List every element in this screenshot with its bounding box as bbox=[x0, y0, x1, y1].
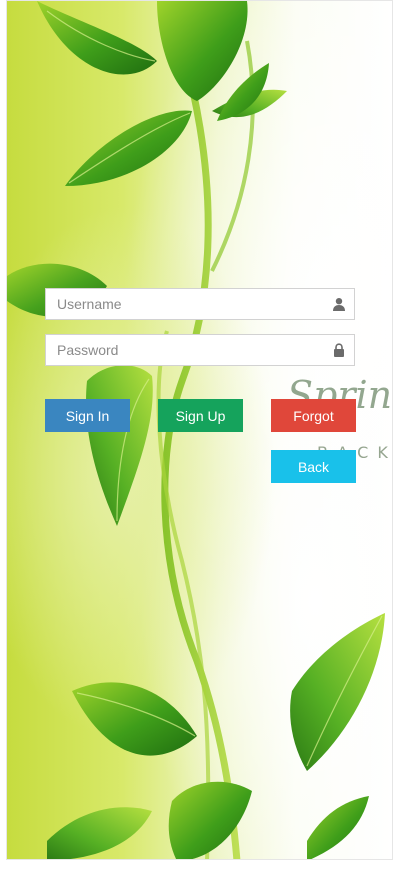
sign-up-button[interactable]: Sign Up bbox=[158, 399, 243, 432]
back-button[interactable]: Back bbox=[271, 450, 356, 483]
username-field bbox=[45, 288, 355, 320]
forgot-button[interactable]: Forgot bbox=[271, 399, 356, 432]
lock-icon bbox=[334, 343, 344, 357]
user-icon bbox=[333, 298, 345, 311]
username-input[interactable] bbox=[46, 289, 354, 319]
login-screen: Spring L B A C K G Sign In Sign Up Forgo… bbox=[6, 0, 393, 860]
sign-in-button[interactable]: Sign In bbox=[45, 399, 130, 432]
password-field bbox=[45, 334, 355, 366]
password-input[interactable] bbox=[46, 335, 354, 365]
